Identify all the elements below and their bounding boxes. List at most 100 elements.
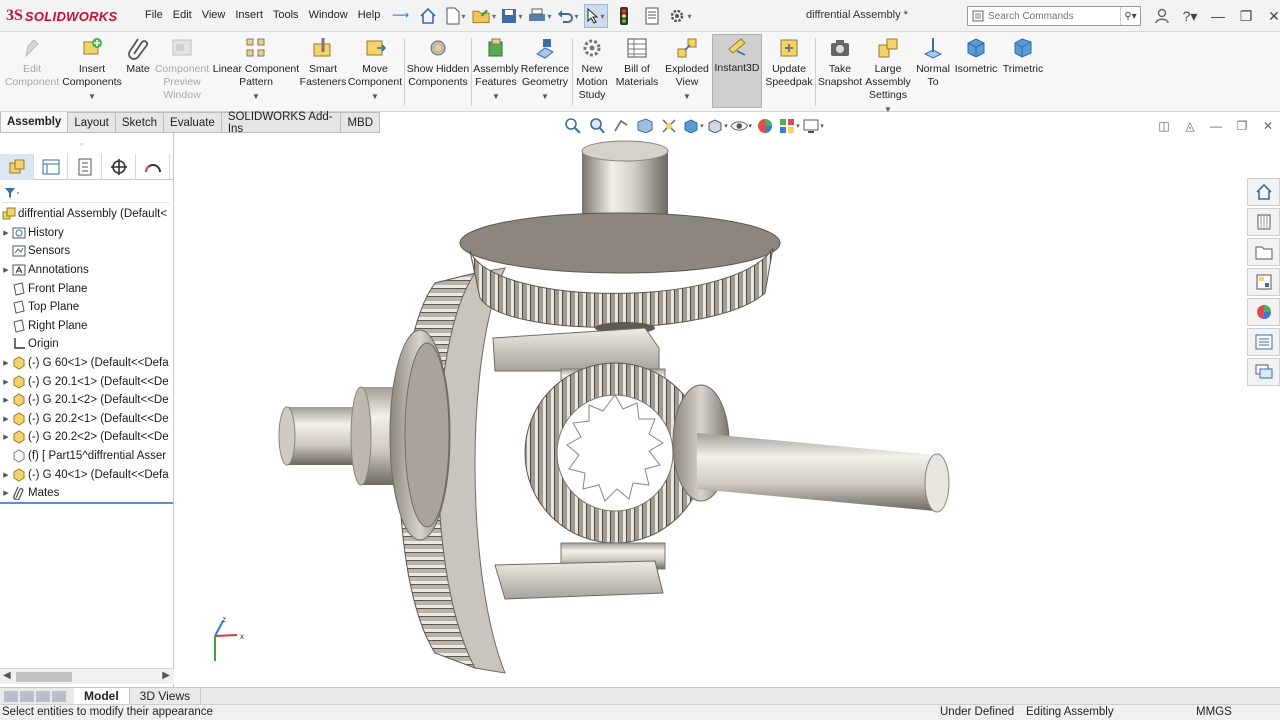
linear-component-pattern-button[interactable]: Linear Component Pattern ▼	[212, 36, 300, 103]
home-icon[interactable]	[416, 4, 440, 28]
expand-arrow-icon[interactable]: ▶	[0, 359, 12, 367]
featuremanager-tree-tab[interactable]	[0, 154, 34, 180]
pin-icon[interactable]: ⟶	[392, 8, 409, 22]
tree-item-component[interactable]: ▶ (-) G 40<1> (Default<<Defa	[0, 465, 174, 484]
trimetric-view-button[interactable]: Trimetric	[1000, 36, 1046, 76]
search-commands-input[interactable]	[988, 10, 1108, 22]
view-palette-icon[interactable]	[1247, 268, 1280, 296]
right-axle-shaft[interactable]	[672, 384, 950, 513]
assembly-features-button[interactable]: Assembly Features ▼	[473, 36, 519, 103]
configurationmanager-tab[interactable]	[68, 154, 102, 180]
expand-arrow-icon[interactable]: ▶	[0, 415, 12, 423]
help-icon[interactable]: ?▾	[1178, 4, 1202, 28]
normal-to-button[interactable]: Normal To	[913, 36, 953, 89]
tree-item-sensors[interactable]: Sensors	[0, 242, 174, 261]
expand-arrow-icon[interactable]: ▶	[0, 396, 12, 404]
tree-item-component[interactable]: ▶ (-) G 20.1<1> (Default<<De	[0, 372, 174, 391]
exploded-view-dropdown-icon[interactable]: ▼	[683, 90, 691, 103]
large-assembly-dropdown-icon[interactable]: ▼	[884, 103, 892, 116]
dimxpertmanager-tab[interactable]	[102, 154, 136, 180]
tree-item-component[interactable]: (f) [ Part15^diffrential Asser	[0, 447, 174, 466]
new-document-icon[interactable]	[444, 4, 468, 28]
tree-item-mates[interactable]: ▶ Mates	[0, 484, 174, 503]
assembly-features-dropdown-icon[interactable]: ▼	[492, 90, 500, 103]
doc-close-icon[interactable]: ✕	[1256, 117, 1280, 135]
insert-components-dropdown-icon[interactable]: ▼	[88, 90, 96, 103]
tab-solidworks-add-ins[interactable]: SOLIDWORKS Add-Ins	[221, 111, 342, 135]
file-explorer-icon[interactable]	[1247, 238, 1280, 266]
design-library-icon[interactable]	[1247, 208, 1280, 236]
move-component-button[interactable]: Move Component ▼	[346, 36, 404, 103]
search-box[interactable]: ⚲▾	[967, 6, 1141, 26]
expand-arrow-icon[interactable]: ▶	[0, 229, 12, 237]
menu-insert[interactable]: Insert	[235, 9, 263, 21]
solidworks-logo[interactable]: 3S SOLIDWORKS	[6, 5, 117, 27]
undo-icon[interactable]	[556, 4, 580, 28]
tree-item-component[interactable]: ▶ (-) G 20.1<2> (Default<<De	[0, 391, 174, 410]
ring-gear[interactable]	[389, 267, 506, 674]
print-icon[interactable]	[528, 4, 552, 28]
tree-item-right-plane[interactable]: Right Plane	[0, 317, 174, 336]
isometric-view-button[interactable]: Isometric	[954, 36, 998, 76]
large-assembly-settings-button[interactable]: Large Assembly Settings ▼	[864, 36, 912, 116]
minimize-window-icon[interactable]: —	[1206, 4, 1230, 28]
expand-arrow-icon[interactable]: ▶	[0, 266, 12, 274]
select-cursor-icon[interactable]	[584, 4, 608, 28]
menu-tools[interactable]: Tools	[273, 9, 299, 21]
search-magnifier-icon[interactable]: ⚲▾	[1120, 7, 1140, 25]
linear-pattern-dropdown-icon[interactable]: ▼	[252, 90, 260, 103]
scroll-right-icon[interactable]: ▶	[162, 670, 170, 681]
save-icon[interactable]	[500, 4, 524, 28]
expand-arrow-icon[interactable]: ▶	[0, 489, 12, 497]
tab-sketch[interactable]: Sketch	[115, 112, 165, 133]
graphics-area[interactable]: x z	[175, 133, 1245, 687]
rollback-bar[interactable]	[0, 502, 173, 504]
expand-arrow-icon[interactable]: ▶	[0, 378, 12, 386]
differential-assembly-model[interactable]: x z	[175, 133, 1245, 687]
propertymanager-tab[interactable]	[34, 154, 68, 180]
bill-of-materials-button[interactable]: Bill of Materials	[613, 36, 661, 89]
tree-item-history[interactable]: ▶ History	[0, 224, 174, 243]
tree-item-top-plane[interactable]: Top Plane	[0, 298, 174, 317]
panel-splitter-handle[interactable]: ◦	[80, 139, 83, 149]
top-bevel-gear[interactable]	[459, 212, 781, 334]
solidworks-resources-home-icon[interactable]	[1247, 178, 1280, 206]
scroll-left-icon[interactable]: ◀	[3, 670, 11, 681]
tab-navigation-arrows[interactable]	[4, 689, 74, 704]
tab-assembly[interactable]: Assembly	[0, 112, 69, 133]
instant3d-button[interactable]: Instant3D	[712, 34, 762, 108]
menu-window[interactable]: Window	[309, 9, 348, 21]
new-motion-study-button[interactable]: New Motion Study	[573, 36, 611, 102]
appearances-scenes-icon[interactable]	[1247, 298, 1280, 326]
update-speedpak-button[interactable]: Update Speedpak	[764, 36, 814, 89]
menu-view[interactable]: View	[202, 9, 226, 21]
tab-model[interactable]: Model	[74, 687, 130, 705]
tree-item-component[interactable]: ▶ (-) G 20.2<1> (Default<<De	[0, 410, 174, 429]
tree-horizontal-scrollbar[interactable]: ◀ ▶	[0, 668, 174, 684]
lower-carrier-block[interactable]	[494, 542, 666, 600]
tab-evaluate[interactable]: Evaluate	[164, 112, 222, 133]
tab-3d-views[interactable]: 3D Views	[130, 687, 202, 705]
options-gear-icon[interactable]	[668, 4, 692, 28]
expand-arrow-icon[interactable]: ▶	[0, 471, 12, 479]
menu-edit[interactable]: Edit	[173, 9, 192, 21]
menu-help[interactable]: Help	[358, 9, 381, 21]
tree-item-origin[interactable]: Origin	[0, 335, 174, 354]
user-account-icon[interactable]	[1150, 4, 1174, 28]
take-snapshot-button[interactable]: Take Snapshot	[817, 36, 863, 89]
tree-item-component[interactable]: ▶ (-) G 20.2<2> (Default<<De	[0, 428, 174, 447]
tree-item-component[interactable]: ▶ (-) G 60<1> (Default<<Defa	[0, 354, 174, 373]
solidworks-forum-icon[interactable]	[1247, 358, 1280, 386]
tree-filter[interactable]	[2, 183, 170, 203]
close-window-icon[interactable]: ✕	[1262, 4, 1280, 28]
exploded-view-button[interactable]: Exploded View ▼	[663, 36, 711, 103]
display-manager-tab[interactable]	[136, 154, 170, 180]
custom-properties-icon[interactable]	[1247, 328, 1280, 356]
filter-funnel-icon[interactable]	[4, 187, 20, 199]
restore-window-icon[interactable]: ❐	[1234, 4, 1258, 28]
mate-button[interactable]: Mate	[124, 36, 152, 76]
rebuild-traffic-light-icon[interactable]	[612, 4, 636, 28]
menu-file[interactable]: File	[145, 9, 163, 21]
expand-arrow-icon[interactable]: ▶	[0, 433, 12, 441]
tree-item-front-plane[interactable]: Front Plane	[0, 279, 174, 298]
